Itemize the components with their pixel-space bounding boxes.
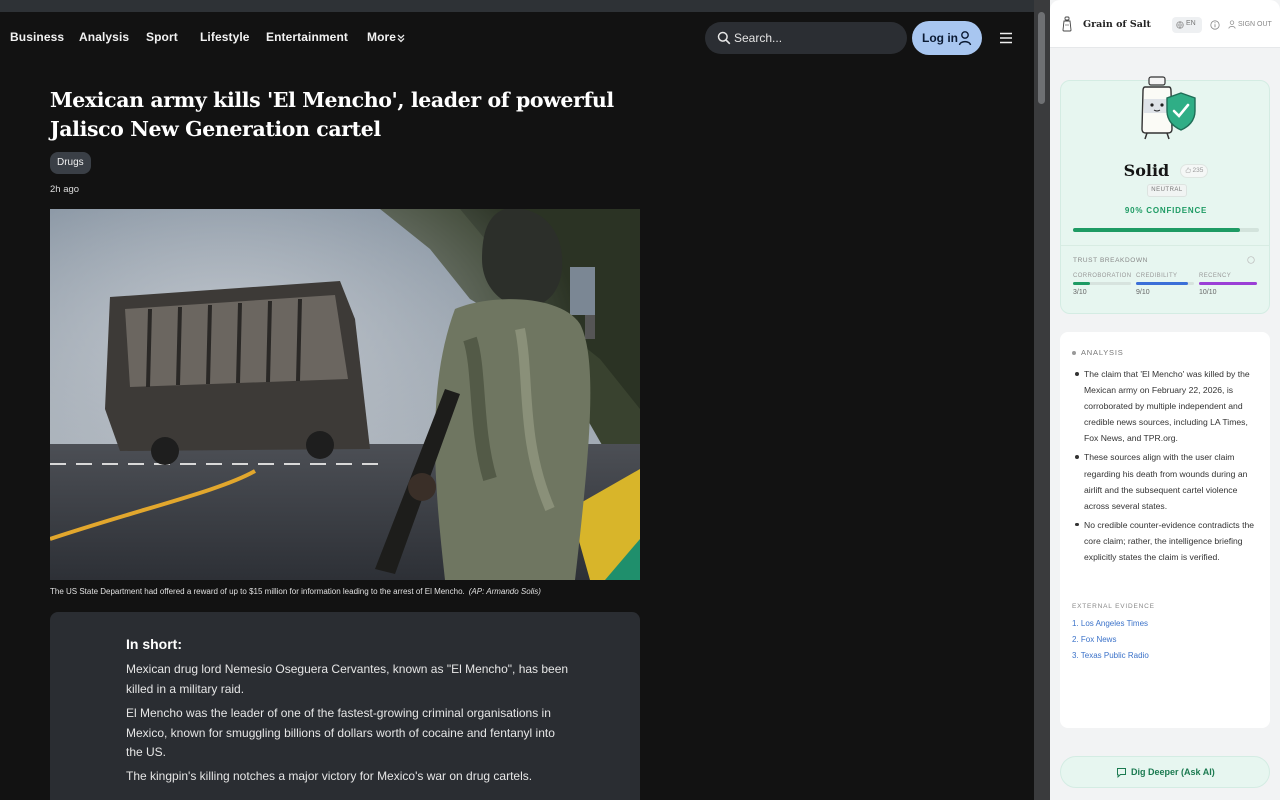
caption-text: The US State Department had offered a re…	[50, 587, 465, 596]
search-bar[interactable]: Search...	[705, 22, 907, 54]
article-timestamp: 2h ago	[50, 184, 80, 195]
metric-bar	[1073, 282, 1131, 285]
login-button[interactable]: Log in	[912, 21, 982, 55]
stance-badge: NEUTRAL	[1147, 184, 1187, 197]
dig-deeper-button[interactable]: Dig Deeper (Ask AI)	[1060, 756, 1270, 788]
nav-business[interactable]: Business	[10, 30, 64, 44]
verdict-row: Solid 235	[1061, 161, 1271, 180]
divider	[1061, 245, 1269, 246]
analysis-point: These sources align with the user claim …	[1074, 449, 1260, 513]
metric-credibility: CREDIBILITY 9/10	[1136, 273, 1194, 296]
chevron-down-icon[interactable]	[396, 32, 406, 44]
metric-label: CREDIBILITY	[1136, 273, 1178, 279]
nav-more[interactable]: More	[367, 30, 396, 44]
metric-bar-fill	[1136, 282, 1189, 285]
vote-count-badge[interactable]: 235	[1179, 163, 1209, 178]
external-evidence-title: EXTERNAL EVIDENCE	[1072, 603, 1155, 610]
search-placeholder: Search...	[734, 31, 783, 45]
summary-paragraph: El Mencho was the leader of one of the f…	[126, 706, 555, 759]
chat-bubble-icon	[1117, 768, 1126, 778]
user-icon[interactable]	[1228, 20, 1236, 29]
nav-lifestyle[interactable]: Lifestyle	[200, 30, 250, 44]
in-short-box: In short: Mexican drug lord Nemesio Oseg…	[50, 612, 640, 800]
evidence-link-fox-news[interactable]: 2. Fox News	[1072, 635, 1116, 644]
bullet-dot-icon	[1072, 351, 1076, 356]
article-headline: Mexican army kills 'El Mencho', leader o…	[50, 88, 614, 141]
info-icon[interactable]	[1247, 256, 1255, 264]
page-scrollbar[interactable]	[1034, 0, 1050, 800]
analysis-title-text: ANALYSIS	[1081, 348, 1124, 357]
caption-credit: (AP: Armando Solis)	[468, 587, 541, 596]
brand-name: Grain of Salt	[1083, 19, 1151, 30]
evidence-link-texas-public-radio[interactable]: 3. Texas Public Radio	[1072, 651, 1149, 660]
nav-sport[interactable]: Sport	[146, 30, 178, 44]
search-icon	[717, 31, 731, 45]
language-label: EN	[1186, 20, 1196, 27]
dig-deeper-label: Dig Deeper (Ask AI)	[1131, 767, 1215, 777]
confidence-label: 90% CONFIDENCE	[1124, 206, 1208, 215]
globe-icon	[1176, 21, 1184, 29]
photo-caption: The US State Department had offered a re…	[50, 587, 541, 596]
hamburger-menu-icon[interactable]	[998, 30, 1014, 46]
trust-verdict-card: Solid 235 NEUTRAL 90% CONFIDENCE TRUST B…	[1060, 76, 1271, 314]
panel-header: Grain of Salt EN SIGN OUT	[1050, 0, 1280, 48]
metric-value: 9/10	[1136, 289, 1150, 296]
metric-bar	[1136, 282, 1194, 285]
metric-recency: RECENCY 10/10	[1199, 273, 1257, 296]
site-nav: Business Analysis Sport Lifestyle Entert…	[0, 12, 1034, 64]
vote-count: 235	[1192, 166, 1204, 174]
trust-breakdown-title: TRUST BREAKDOWN	[1073, 257, 1148, 264]
confidence-bar-fill	[1073, 228, 1241, 232]
language-selector[interactable]: EN	[1172, 17, 1202, 33]
fact-check-panel: Grain of Salt EN SIGN OUT Solid 235 NEUT…	[1050, 0, 1280, 800]
metric-corroboration: CORROBORATION 3/10	[1073, 273, 1131, 296]
summary-paragraph: The kingpin's killing notches a major vi…	[126, 769, 533, 783]
scrollbar-thumb[interactable]	[1038, 12, 1045, 104]
screen: Business Analysis Sport Lifestyle Entert…	[0, 0, 1280, 800]
analysis-list: The claim that 'El Mencho' was killed by…	[1074, 366, 1260, 568]
metric-value: 10/10	[1199, 289, 1217, 296]
article-photo	[50, 209, 640, 580]
metric-value: 3/10	[1073, 289, 1087, 296]
user-icon	[958, 31, 972, 46]
info-icon[interactable]	[1210, 20, 1220, 30]
nav-analysis[interactable]: Analysis	[79, 30, 129, 44]
evidence-link-los-angeles-times[interactable]: 1. Los Angeles Times	[1072, 619, 1148, 628]
metric-bar	[1199, 282, 1257, 285]
topic-tag[interactable]: Drugs	[50, 152, 91, 174]
login-label: Log in	[922, 31, 958, 45]
verdict-label: Solid	[1123, 161, 1170, 180]
metric-label: RECENCY	[1199, 273, 1232, 279]
news-page: Business Analysis Sport Lifestyle Entert…	[0, 0, 1034, 800]
analysis-title: ANALYSIS	[1072, 348, 1124, 357]
summary-paragraph: Mexican drug lord Nemesio Oseguera Cerva…	[126, 662, 569, 696]
salt-shaker-icon	[1062, 16, 1072, 32]
metric-label: CORROBORATION	[1073, 273, 1132, 279]
in-short-title: In short:	[126, 636, 182, 652]
analysis-point: No credible counter-evidence contradicts…	[1074, 517, 1260, 565]
metric-bar-fill	[1199, 282, 1257, 285]
analysis-card: ANALYSIS The claim that 'El Mencho' was …	[1060, 332, 1270, 728]
salt-shaker-shield-mascot-icon	[1141, 76, 1196, 140]
thumb-up-icon	[1185, 167, 1191, 173]
metric-bar-fill	[1073, 282, 1091, 285]
browser-top-strip	[0, 0, 1034, 12]
sign-out-link[interactable]: SIGN OUT	[1238, 21, 1272, 28]
analysis-point: The claim that 'El Mencho' was killed by…	[1074, 366, 1260, 446]
confidence-bar	[1073, 228, 1259, 232]
nav-entertainment[interactable]: Entertainment	[266, 30, 348, 44]
